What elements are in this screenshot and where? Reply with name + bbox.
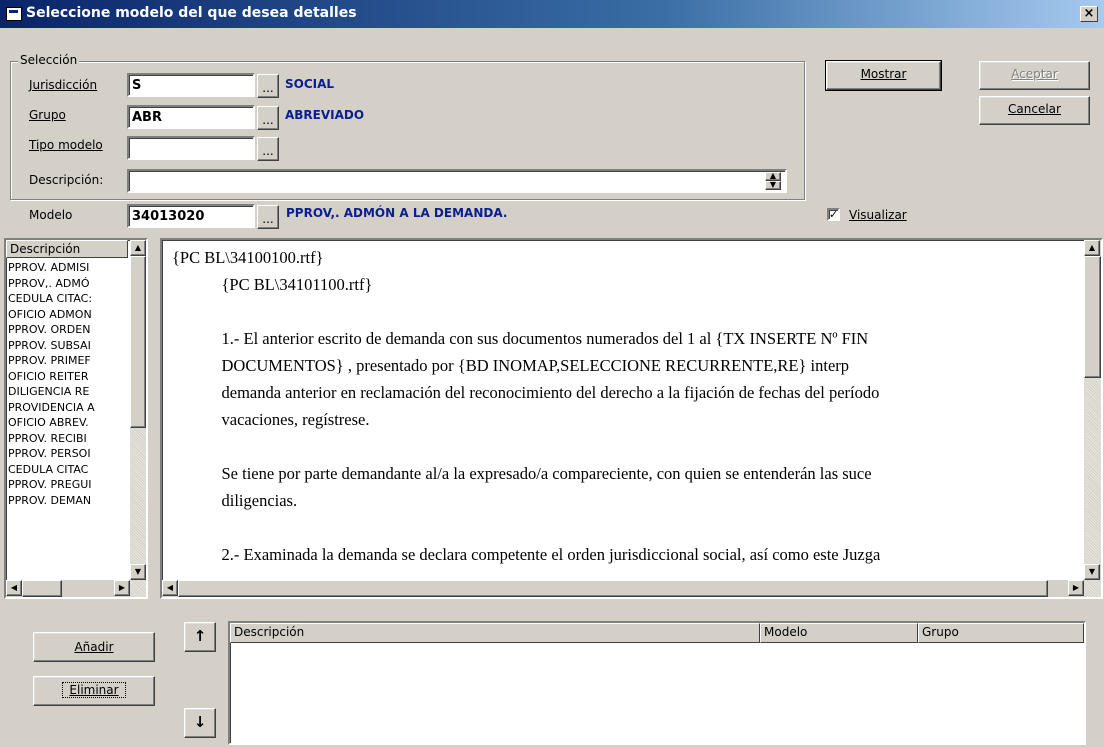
modelo-desc: PPROV,. ADMÓN A LA DEMANDA. <box>286 206 508 220</box>
table-header-modelo[interactable]: Modelo <box>760 623 918 643</box>
document-line: demanda anterior en reclamación del reco… <box>172 383 880 402</box>
eliminar-button[interactable]: Eliminar <box>33 676 155 706</box>
seleccion-legend: Selección <box>18 53 80 67</box>
tipo-modelo-browse-button[interactable]: ... <box>257 137 279 161</box>
list-item[interactable]: CEDULA CITAC: <box>6 291 130 307</box>
jurisdiccion-field[interactable]: S <box>127 73 255 97</box>
title-bar: Seleccione modelo del que desea detalles… <box>0 0 1104 28</box>
move-up-button[interactable]: ↑ <box>184 622 216 652</box>
list-size-grip <box>130 580 146 597</box>
scroll-left-icon[interactable]: ◀ <box>162 580 178 596</box>
visualizar-checkbox[interactable]: ✓ <box>827 208 840 221</box>
tipo-modelo-label: Tipo modelo <box>29 138 103 152</box>
list-hscroll-thumb[interactable] <box>22 580 62 597</box>
doc-hscroll-thumb[interactable] <box>178 580 1048 597</box>
document-text: {PC BL\34100100.rtf} {PC BL\34101100.rtf… <box>172 244 1087 579</box>
scroll-right-icon[interactable]: ▶ <box>114 580 130 596</box>
scroll-left-icon[interactable]: ◀ <box>6 580 22 596</box>
doc-scroll-thumb[interactable] <box>1084 256 1101 378</box>
list-items: PPROV. ADMISI PPROV,. ADMÓ CEDULA CITAC: OF… <box>6 260 130 508</box>
mostrar-button[interactable]: Mostrar <box>825 60 942 91</box>
list-item[interactable]: PPROV. PERSOI <box>6 446 130 462</box>
scroll-right-icon[interactable]: ▶ <box>1068 580 1084 596</box>
arrow-up-icon: ↑ <box>193 627 207 645</box>
list-item[interactable]: PROVIDENCIA A <box>6 400 130 416</box>
document-preview[interactable]: {PC BL\34100100.rtf} {PC BL\34101100.rtf… <box>160 238 1103 599</box>
modelo-field[interactable]: 34013020 <box>127 204 255 228</box>
list-item[interactable]: PPROV. ORDEN <box>6 322 130 338</box>
doc-size-grip <box>1084 580 1101 597</box>
document-line: vacaciones, regístrese. <box>172 410 370 429</box>
arrow-down-icon: ↓ <box>193 713 207 731</box>
tipo-modelo-field[interactable] <box>127 136 255 160</box>
list-item[interactable]: CEDULA CITAC <box>6 462 130 478</box>
table-header-descripcion[interactable]: Descripción <box>230 623 760 643</box>
list-item[interactable]: OFICIO ADMON <box>6 307 130 323</box>
modelo-label: Modelo <box>29 208 73 222</box>
scroll-down-icon[interactable]: ▼ <box>130 564 146 580</box>
document-line: ... <box>172 568 1087 579</box>
aceptar-button-label: Aceptar <box>1011 67 1058 81</box>
list-hscrollbar[interactable]: ◀ ▶ <box>6 580 130 597</box>
grupo-browse-button[interactable]: ... <box>257 106 279 130</box>
window-title: Seleccione modelo del que desea detalles <box>26 5 357 21</box>
doc-scroll-track[interactable] <box>1084 378 1101 564</box>
list-item[interactable]: PPROV. RECIBI <box>6 431 130 447</box>
document-line: diligencias. <box>172 491 298 510</box>
grupo-desc: ABREVIADO <box>285 108 365 122</box>
table-header-grupo[interactable]: Grupo <box>918 623 1084 643</box>
document-line: {PC BL\34100100.rtf} <box>172 248 324 267</box>
anadir-button-label: Añadir <box>74 640 114 654</box>
list-scroll-thumb[interactable] <box>130 256 146 428</box>
eliminar-button-label: Eliminar <box>62 682 126 698</box>
cancelar-button-label: Cancelar <box>1008 102 1061 116</box>
list-item[interactable]: PPROV. SUBSAI <box>6 338 130 354</box>
document-line: 2.- Examinada la demanda se declara comp… <box>172 545 881 564</box>
close-button[interactable]: × <box>1080 6 1098 22</box>
cancelar-button[interactable]: Cancelar <box>979 96 1090 125</box>
list-item[interactable]: OFICIO ABREV. <box>6 415 130 431</box>
list-vscrollbar[interactable]: ▲ ▼ <box>130 240 146 580</box>
descripcion-spinner[interactable]: ▲ ▼ <box>763 172 783 190</box>
document-line: DOCUMENTOS} , presentado por {BD INOMAP,… <box>172 356 850 375</box>
selected-models-table[interactable]: Descripción Modelo Grupo <box>228 621 1086 745</box>
descripcion-label: Descripción: <box>29 173 104 187</box>
list-item[interactable]: OFICIO REITER <box>6 369 130 385</box>
document-line: {PC BL\34101100.rtf} <box>172 275 373 294</box>
descripcion-field[interactable] <box>127 169 787 193</box>
grupo-field[interactable]: ABR <box>127 105 255 129</box>
jurisdiccion-browse-button[interactable]: ... <box>257 74 279 98</box>
doc-hscrollbar[interactable]: ◀ ▶ <box>162 580 1084 597</box>
move-down-button[interactable]: ↓ <box>184 708 216 738</box>
spin-down-icon[interactable]: ▼ <box>765 181 781 190</box>
doc-vscrollbar[interactable]: ▲ ▼ <box>1084 240 1101 580</box>
scroll-up-icon[interactable]: ▲ <box>1084 240 1100 256</box>
grupo-label: Grupo <box>29 108 66 122</box>
document-line: 1.- El anterior escrito de demanda con s… <box>172 329 869 348</box>
scroll-up-icon[interactable]: ▲ <box>130 240 146 256</box>
list-header-descripcion[interactable]: Descripción <box>6 240 128 258</box>
list-item[interactable]: PPROV. PREGUI <box>6 477 130 493</box>
list-item[interactable]: PPROV. DEMAN <box>6 493 130 509</box>
list-item[interactable]: PPROV. ADMISI <box>6 260 130 276</box>
list-item[interactable]: DILIGENCIA RE <box>6 384 130 400</box>
jurisdiccion-label: Jurisdicción <box>29 78 98 92</box>
modelo-browse-button[interactable]: ... <box>257 205 279 229</box>
visualizar-label: Visualizar <box>849 208 907 222</box>
aceptar-button[interactable]: Aceptar <box>979 61 1090 90</box>
jurisdiccion-desc: SOCIAL <box>285 77 335 91</box>
scroll-down-icon[interactable]: ▼ <box>1084 564 1100 580</box>
models-list[interactable]: Descripción PPROV. ADMISI PPROV,. ADMÓ CED… <box>4 238 148 599</box>
mostrar-button-label: Mostrar <box>860 67 907 81</box>
list-item[interactable]: PPROV,. ADMÓ <box>6 276 130 292</box>
document-line: Se tiene por parte demandante al/a la ex… <box>172 464 872 483</box>
list-item[interactable]: PPROV. PRIMEF <box>6 353 130 369</box>
anadir-button[interactable]: Añadir <box>33 632 155 662</box>
window-icon <box>6 7 22 21</box>
